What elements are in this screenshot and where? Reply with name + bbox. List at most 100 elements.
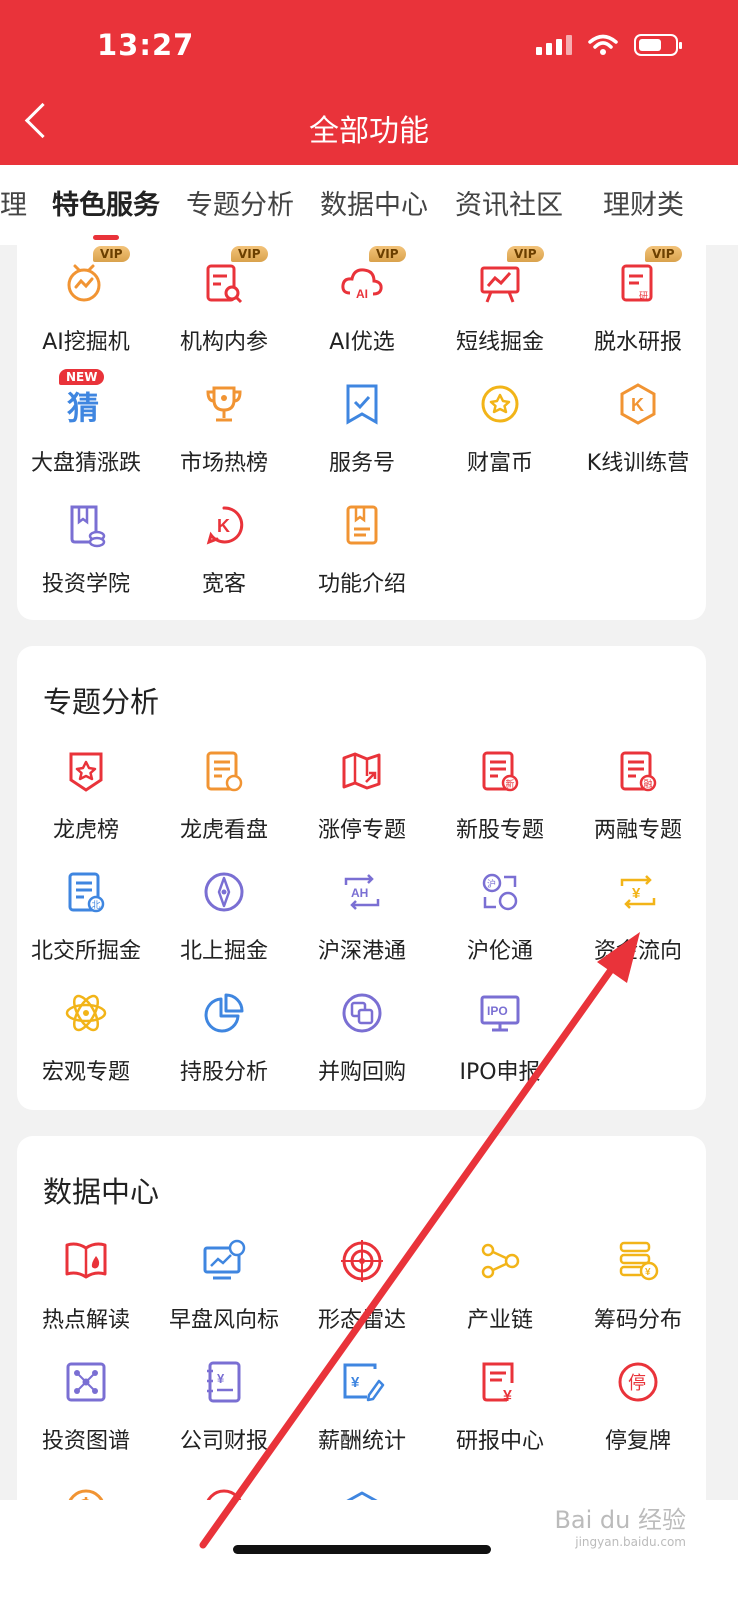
grid-item-macro[interactable]: 宏观专题 (17, 990, 155, 1086)
grid-item-merger-buyback[interactable]: 并购回购 (293, 990, 431, 1086)
coin-star-icon (477, 381, 523, 427)
yuan-glyph: ¥ (351, 1374, 360, 1391)
grid-item-morning-indicator[interactable]: 早盘风向标 (155, 1238, 293, 1334)
grid-item-investment-graph[interactable]: 投资图谱 (17, 1359, 155, 1455)
salary-icon: ¥ (339, 1359, 385, 1405)
grid-item-chip-distribution[interactable]: ¥ 筹码分布 (569, 1238, 707, 1334)
tab-finance-partial[interactable]: 理 (0, 183, 27, 222)
grid-item-label: 投资学院 (41, 572, 130, 597)
grid-item-new-stocks[interactable]: 新 新股专题 (431, 748, 569, 844)
grid-item-guess-market[interactable]: 猜 NEW 大盘猜涨跌 (17, 369, 155, 477)
grid-item-service-account[interactable]: 服务号 (293, 381, 431, 477)
grid-item-limit-up[interactable]: 涨停专题 (293, 748, 431, 844)
grid-item-money-flow[interactable]: ¥ 资金流向 (569, 869, 707, 965)
grid-item-hot-topics[interactable]: 热点解读 (17, 1238, 155, 1334)
grid-item-short-term[interactable]: VIP 短线掘金 (431, 246, 569, 356)
vip-badge: VIP (93, 246, 130, 262)
grid-item-invest-academy[interactable]: 投资学院 (17, 502, 155, 598)
grid-item-label: 沪伦通 (466, 939, 533, 964)
tab-wealth[interactable]: 理财类 (603, 183, 684, 222)
battery-icon (634, 34, 682, 56)
status-icons (536, 34, 682, 56)
book-fire-icon (63, 1238, 109, 1284)
grid-item-stock-connect[interactable]: AH 沪深港通 (293, 869, 431, 965)
grid-item-label: 两融专题 (593, 818, 682, 843)
grid-item-ai-digger[interactable]: VIP AI挖掘机 (17, 246, 155, 356)
grid-item-label: AI挖掘机 (42, 330, 130, 355)
grid-item-shanghai-london[interactable]: 沪 沪伦通 (431, 869, 569, 965)
grid-item-suspension[interactable]: 停 停复牌 (569, 1359, 707, 1455)
research-doc-icon: 研 VIP (615, 246, 682, 306)
doc-north-icon: 北 (63, 869, 109, 915)
radar-icon (339, 1238, 385, 1284)
chain-nodes-icon (477, 1238, 523, 1284)
grid-item-label: 短线掘金 (455, 330, 544, 355)
pie-chart-icon (201, 990, 247, 1036)
grid-item-ai-select[interactable]: AI VIP AI优选 (293, 246, 431, 356)
grid-item-label: K线训练营 (586, 451, 690, 476)
grid-item-dragon-tiger-list[interactable]: 龙虎榜 (17, 748, 155, 844)
grid-item-label: 北上掘金 (179, 939, 268, 964)
grid-item-financial-reports[interactable]: ¥ 公司财报 (155, 1359, 293, 1455)
vip-badge: VIP (507, 246, 544, 262)
cellular-signal-icon (536, 35, 572, 55)
grid-item-label: 持股分析 (179, 1060, 268, 1085)
shanghai-glyph: 沪 (487, 878, 496, 890)
grid-item-dehydrated-report[interactable]: 研 VIP 脱水研报 (569, 246, 707, 356)
grid-item-quant[interactable]: K 宽客 (155, 502, 293, 598)
grid-item-label: 研报中心 (455, 1429, 544, 1454)
new-glyph: 新 (506, 778, 515, 790)
grid-item-research-center[interactable]: ¥ 研报中心 (431, 1359, 569, 1455)
grid-item-label: 财富币 (466, 451, 533, 476)
coin-stack-icon: ¥ (615, 1238, 661, 1284)
graph-nodes-icon (63, 1359, 109, 1405)
page-title: 全部功能 (309, 114, 429, 149)
grid-item-kline-camp[interactable]: K K线训练营 (569, 381, 707, 477)
bookmark-check-icon (339, 381, 385, 427)
grid-item-market-hot[interactable]: 市场热榜 (155, 381, 293, 477)
vip-badge: VIP (369, 246, 406, 262)
grid-item-salary-stats[interactable]: ¥ 薪酬统计 (293, 1359, 431, 1455)
grid-item-holding-analysis[interactable]: 持股分析 (155, 990, 293, 1086)
ipo-monitor-icon: IPO (477, 990, 523, 1036)
grid-item-bse-digger[interactable]: 北 北交所掘金 (17, 869, 155, 965)
grid-item-label: AI优选 (329, 330, 395, 355)
k-glyph: K (631, 395, 644, 415)
chart-board-icon: VIP (477, 246, 544, 306)
merge-icon (339, 990, 385, 1036)
active-tab-indicator (93, 235, 119, 240)
svg-text:AI: AI (356, 287, 368, 301)
grid-item-label: 资金流向 (593, 939, 682, 964)
atom-icon (63, 990, 109, 1036)
grid-item-pattern-radar[interactable]: 形态雷达 (293, 1238, 431, 1334)
tab-topic-analysis[interactable]: 专题分析 (186, 183, 294, 222)
grid-item-margin-trading[interactable]: 融 两融专题 (569, 748, 707, 844)
suspend-icon: 停 (615, 1359, 661, 1405)
grid-item-label: 机构内参 (179, 330, 268, 355)
tab-data-center[interactable]: 数据中心 (320, 183, 428, 222)
research-center-icon: ¥ (477, 1359, 523, 1405)
grid-item-feature-intro[interactable]: 功能介绍 (293, 502, 431, 598)
tab-featured-services[interactable]: 特色服务 (52, 183, 160, 222)
margin-glyph: 融 (644, 779, 653, 790)
finance-report-icon: ¥ (201, 1359, 247, 1405)
grid-item-wealth-coin[interactable]: 财富币 (431, 381, 569, 477)
watermark-sub: jingyan.baidu.com (575, 1535, 686, 1549)
map-up-icon (339, 748, 385, 794)
grid-item-ipo-filing[interactable]: IPO IPO申报 (431, 990, 569, 1086)
home-indicator[interactable] (233, 1545, 491, 1554)
grid-item-label: 形态雷达 (317, 1308, 406, 1333)
vip-badge: VIP (231, 246, 268, 262)
section-title: 专题分析 (43, 685, 160, 719)
grid-item-northbound[interactable]: 北上掘金 (155, 869, 293, 965)
grid-item-label: 沪深港通 (317, 939, 406, 964)
doc-coin-icon (201, 748, 247, 794)
grid-item-label: 脱水研报 (593, 330, 682, 355)
grid-item-dragon-tiger-watch[interactable]: 龙虎看盘 (155, 748, 293, 844)
grid-item-label: 龙虎榜 (52, 818, 119, 843)
grid-item-institution-report[interactable]: VIP 机构内参 (155, 246, 293, 356)
tab-news-community[interactable]: 资讯社区 (455, 183, 563, 222)
svg-text:研: 研 (639, 291, 648, 302)
report-search-icon: VIP (201, 246, 268, 306)
grid-item-industry-chain[interactable]: 产业链 (431, 1238, 569, 1334)
